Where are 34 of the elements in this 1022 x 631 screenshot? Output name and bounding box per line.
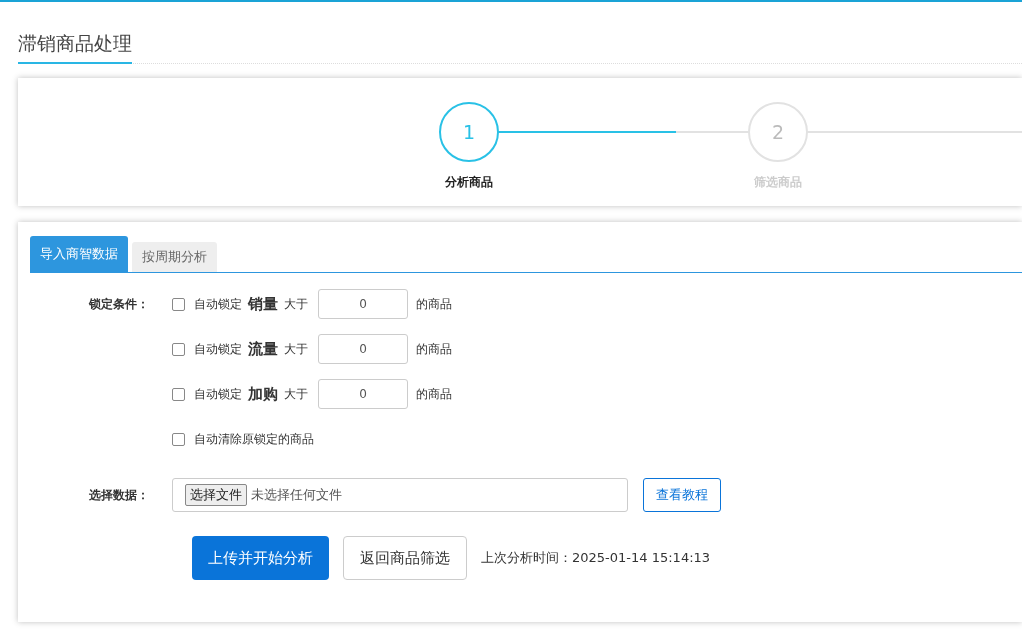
checkbox-label: 自动清除原锁定的商品 [194,430,314,448]
rule-text: 大于 [284,340,308,358]
checkbox[interactable] [172,342,185,356]
rule-text: 大于 [284,295,308,313]
rule-text: 自动锁定 [194,385,242,403]
step-circle: 1 [439,102,499,162]
metric-text: 加购 [248,384,278,404]
tutorial-button[interactable]: 查看教程 [643,478,721,512]
field-label: 选择数据： [88,487,150,504]
back-button[interactable]: 返回商品筛选 [343,536,467,580]
field-label: 锁定条件： [88,296,150,313]
number-input[interactable]: 0 [318,334,408,364]
step-label: 分析商品 [445,174,493,191]
rule-text: 的商品 [416,340,452,358]
rule-text: 的商品 [416,385,452,403]
upload-analyze-button[interactable]: 上传并开始分析 [192,536,329,580]
choose-file-button[interactable]: 选择文件 [185,484,247,506]
rule-text: 自动锁定 [194,295,242,313]
page-title: 滞销商品处理 [18,30,132,64]
rule-text: 自动锁定 [194,340,242,358]
checkbox[interactable] [172,297,185,311]
last-analysis-time: 上次分析时间：2025-01-14 15:14:13 [481,549,711,567]
rule-text: 大于 [284,385,308,403]
file-status: 未选择任何文件 [251,486,342,504]
checkbox[interactable] [172,432,185,446]
number-input[interactable]: 0 [318,379,408,409]
rule-text: 的商品 [416,295,452,313]
metric-text: 流量 [248,339,278,359]
number-input[interactable]: 0 [318,289,408,319]
checkbox[interactable] [172,387,185,401]
metric-text: 销量 [248,294,278,314]
step-circle: 2 [748,102,808,162]
file-input[interactable]: 选择文件 未选择任何文件 [172,478,628,512]
tab[interactable]: 按周期分析 [132,242,217,272]
